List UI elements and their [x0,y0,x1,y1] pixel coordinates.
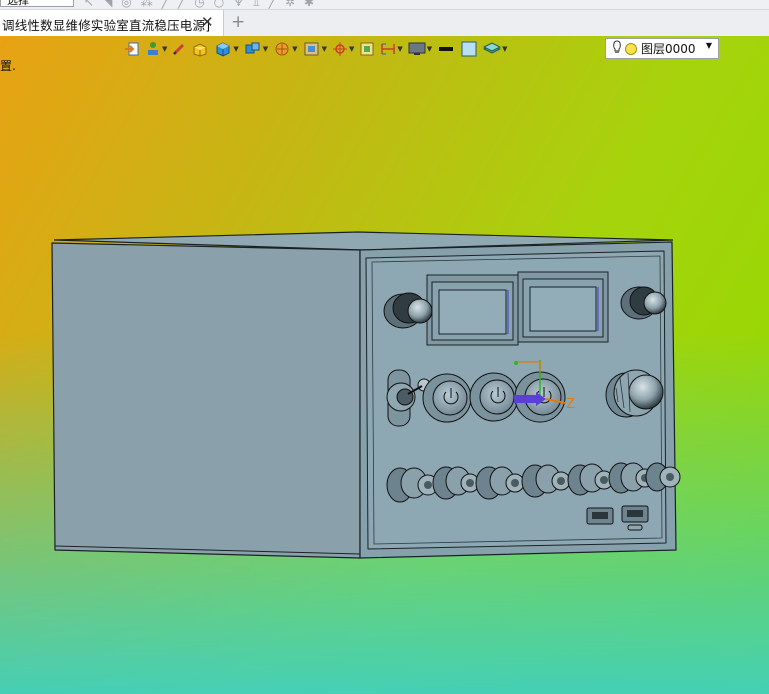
display-right [517,271,609,343]
top-toolbar-icons: ↖ ◥ ◎ ⁂ ╱ ╱ ◷ ○ ♆ ⫫ ╱ ✲ ✱ [84,0,314,9]
snap-icon[interactable]: ⁂ [141,0,153,9]
pin-icon[interactable]: ♆ [233,0,244,9]
display-left [426,274,519,346]
document-tab-bar: 调线性数显维修实验室直流稳压电源] ✕ + [0,10,769,36]
clock-icon[interactable]: ◷ [194,0,204,9]
z-axis-label: Z [566,397,575,412]
power-button-2[interactable] [469,372,519,422]
add-tab-button[interactable]: + [231,12,245,32]
top-toolbar-strip: 选择 ↖ ◥ ◎ ⁂ ╱ ╱ ◷ ○ ♆ ⫫ ╱ ✲ ✱ [0,0,769,10]
circle-icon[interactable]: ○ [214,0,224,9]
settings-icon[interactable]: ✱ [304,0,314,9]
gear-icon[interactable]: ✲ [285,0,295,9]
split-icon[interactable]: ⫫ [253,0,260,9]
close-icon[interactable]: ✕ [201,13,214,31]
tab-title: 调线性数显维修实验室直流稳压电源] [2,18,211,33]
usb-port-1[interactable] [586,507,614,525]
select-filter-input[interactable]: 选择 [0,0,74,7]
line-icon[interactable]: ╱ [162,0,169,9]
pointer-icon[interactable]: ◥ [103,0,112,9]
document-tab[interactable]: 调线性数显维修实验室直流稳压电源] ✕ [0,10,224,36]
3d-viewport[interactable]: 置. ▼ ▼ ▼ ▼ ▼ ▼ ▼ ▼ ▼ 图层0000 ▼ Z [0,36,769,694]
arrow-icon[interactable]: ↖ [84,0,94,9]
power-button-1[interactable] [422,373,472,423]
power-supply-model[interactable]: Z [0,36,769,694]
line2-icon[interactable]: ╱ [178,0,185,9]
curve-icon[interactable]: ╱ [269,0,276,9]
rotate-icon[interactable]: ◎ [121,0,131,9]
